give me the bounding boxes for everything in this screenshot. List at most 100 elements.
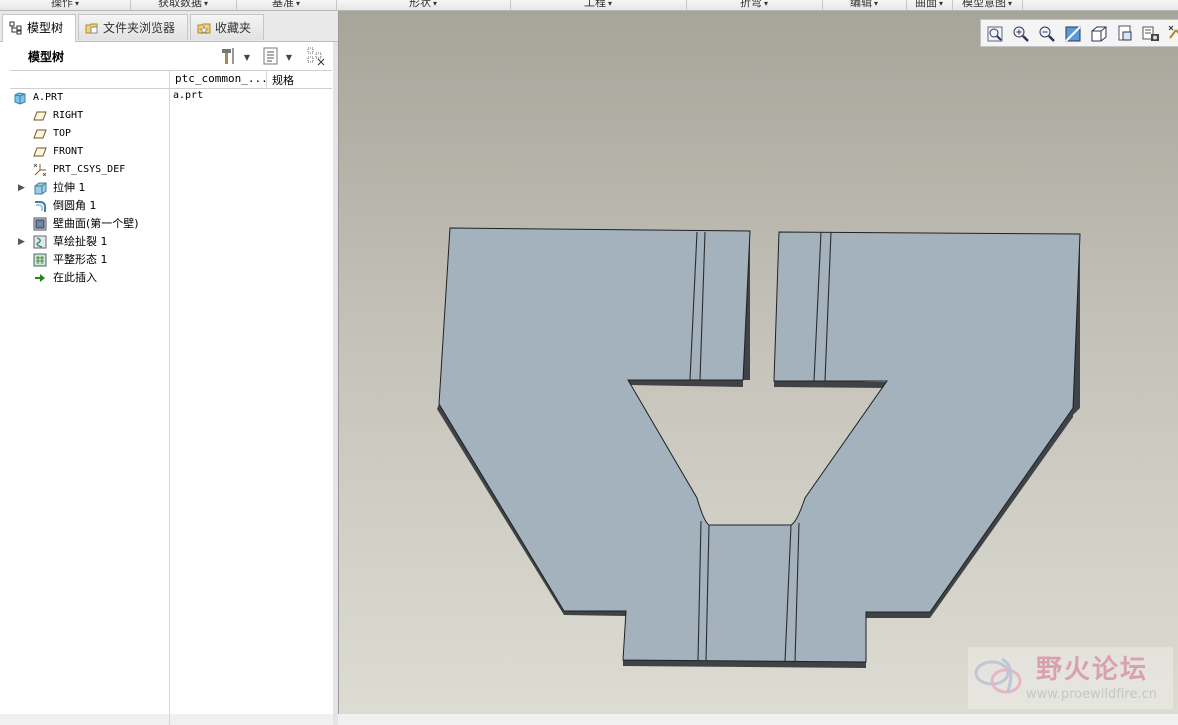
tree-item-top[interactable]: TOP	[0, 125, 168, 143]
ribbon-group-label: 获取数据	[157, 0, 202, 9]
ribbon-group-operations[interactable]: 操作 ▾	[0, 0, 131, 10]
tree-item-label: RIGHT	[53, 110, 84, 121]
datum-plane-icon	[33, 129, 47, 139]
ribbon-group-model-intent[interactable]: 模型意图 ▾	[952, 0, 1023, 10]
tree-item-label: 壁曲面(第一个壁)	[53, 217, 139, 230]
chevron-down-icon: ▾	[74, 0, 79, 8]
favorites-icon	[197, 23, 211, 35]
column-divider	[266, 70, 267, 88]
tree-item-insert-here[interactable]: 在此插入	[0, 269, 168, 287]
tree-item-sketch-rip-1[interactable]: ▶ 草绘扯裂 1	[0, 233, 168, 251]
ribbon-group-label: 操作	[50, 0, 73, 9]
ribbon-bar: 操作 ▾ 获取数据 ▾ 基准 ▾ 形状 ▾ 工程 ▾ 折弯 ▾ 编辑 ▾ 曲面 ▾ 模型意图 ▾	[0, 0, 1178, 11]
graphics-window[interactable]: 野火论坛 www.proewildfire.cn	[339, 11, 1178, 714]
ribbon-group-label: 形状	[408, 0, 431, 9]
navigator-tabs: 模型树 文件夹浏览器 收藏夹	[0, 11, 338, 42]
tab-label: 模型树	[27, 21, 64, 35]
tree-item-label: 草绘扯裂 1	[53, 235, 108, 248]
tree-item-label: TOP	[53, 128, 72, 139]
column-header-spec[interactable]: 规格	[272, 72, 294, 88]
chevron-down-icon: ▾	[1007, 0, 1012, 8]
tab-label: 收藏夹	[215, 21, 252, 35]
chevron-down-icon: ▼	[285, 53, 292, 62]
ribbon-group-label: 基准	[271, 0, 294, 9]
tree-column-header: ptc_common_... 规格	[10, 70, 332, 89]
tree-cell-value: a.prt	[173, 90, 204, 101]
tree-item-prt-csys-def[interactable]: PRT_CSYS_DEF	[0, 161, 168, 179]
tree-item-label: 倒圆角 1	[53, 199, 97, 212]
ribbon-group-datum[interactable]: 基准 ▾	[236, 0, 337, 10]
chevron-down-icon: ▾	[432, 0, 437, 8]
tree-item-extrude-1[interactable]: ▶ 拉伸 1	[0, 179, 168, 197]
chevron-down-icon: ▾	[763, 0, 768, 8]
tree-item-label: 平整形态 1	[53, 253, 108, 266]
coordinate-system-icon	[33, 163, 47, 177]
tree-item-label: 在此插入	[53, 271, 97, 284]
part-side-face	[564, 611, 626, 616]
ribbon-group-engineering[interactable]: 工程 ▾	[510, 0, 687, 10]
tree-item-a-prt[interactable]: A.PRT	[0, 89, 168, 107]
wall-surface-icon	[33, 217, 47, 231]
column-divider	[169, 70, 170, 725]
tree-item-label: 拉伸 1	[53, 181, 86, 194]
show-options-button[interactable]: ▼	[260, 45, 292, 67]
tab-label: 文件夹浏览器	[103, 21, 176, 35]
chevron-down-icon: ▾	[873, 0, 878, 8]
ribbon-group-shapes[interactable]: 形状 ▾	[336, 0, 511, 10]
ribbon-group-bends[interactable]: 折弯 ▾	[686, 0, 823, 10]
model-tree-header: 模型树 ▼ ▼	[0, 42, 333, 70]
expand-arrow-icon[interactable]: ▶	[18, 179, 25, 197]
model-tree-title: 模型树	[28, 50, 65, 64]
ribbon-group-label: 模型意图	[961, 0, 1006, 9]
extrude-icon	[34, 182, 47, 195]
tree-item-label: A.PRT	[33, 92, 64, 103]
folder-browser-icon	[85, 23, 98, 34]
ribbon-group-label: 编辑	[849, 0, 872, 9]
insert-here-arrow-icon	[35, 274, 45, 282]
flat-state-icon	[33, 253, 47, 267]
chevron-down-icon: ▾	[203, 0, 208, 8]
datum-plane-icon	[33, 147, 47, 157]
chevron-down-icon: ▾	[607, 0, 612, 8]
part-icon	[14, 92, 26, 105]
tree-item-round-1[interactable]: 倒圆角 1	[0, 197, 168, 215]
chevron-down-icon: ▾	[938, 0, 943, 8]
watermark-title: 野火论坛	[1036, 655, 1149, 685]
watermark-url: www.proewildfire.cn	[1026, 687, 1157, 702]
tree-item-flat-state-1[interactable]: 平整形态 1	[0, 251, 168, 269]
panel-scrollbar[interactable]	[333, 42, 338, 725]
tree-item-wall-surface[interactable]: 壁曲面(第一个壁)	[0, 215, 168, 233]
chevron-down-icon: ▼	[243, 53, 250, 62]
round-icon	[35, 201, 46, 212]
column-header-ptc-common[interactable]: ptc_common_...	[175, 72, 268, 85]
tree-columns-icon	[307, 47, 325, 66]
tree-filter-button[interactable]	[306, 45, 328, 67]
ribbon-group-editing[interactable]: 编辑 ▾	[822, 0, 907, 10]
model-tree-icon	[9, 21, 22, 35]
tree-item-label: FRONT	[53, 146, 84, 157]
tab-folder-browser[interactable]: 文件夹浏览器	[78, 14, 188, 40]
sheetmetal-part-model[interactable]	[339, 11, 1178, 714]
list-icon	[263, 47, 278, 65]
tree-item-front[interactable]: FRONT	[0, 143, 168, 161]
tree-item-right[interactable]: RIGHT	[0, 107, 168, 125]
sketch-rip-icon	[33, 235, 47, 249]
chevron-down-icon: ▾	[295, 0, 300, 8]
expand-arrow-icon[interactable]: ▶	[18, 233, 25, 251]
part-top-face	[438, 227, 1081, 663]
ribbon-group-label: 工程	[583, 0, 606, 9]
datum-plane-icon	[33, 111, 47, 121]
ribbon-group-get-data[interactable]: 获取数据 ▾	[130, 0, 237, 10]
tab-favorites[interactable]: 收藏夹	[190, 14, 264, 40]
settings-button[interactable]: ▼	[218, 45, 250, 67]
tree-item-label: PRT_CSYS_DEF	[53, 164, 126, 175]
ribbon-group-label: 曲面	[914, 0, 937, 9]
ribbon-group-surfaces[interactable]: 曲面 ▾	[906, 0, 953, 10]
ribbon-group-label: 折弯	[739, 0, 762, 9]
wildfire-logo-icon	[974, 657, 1022, 694]
tab-model-tree[interactable]: 模型树	[2, 14, 76, 42]
part-side-face	[866, 612, 930, 618]
tools-hammer-icon	[222, 48, 234, 64]
navigator-panel: 模型树 文件夹浏览器 收藏夹 模型树 ▼ ▼ ptc_common_... 规格…	[0, 11, 339, 725]
forum-watermark: 野火论坛 www.proewildfire.cn	[968, 647, 1173, 709]
